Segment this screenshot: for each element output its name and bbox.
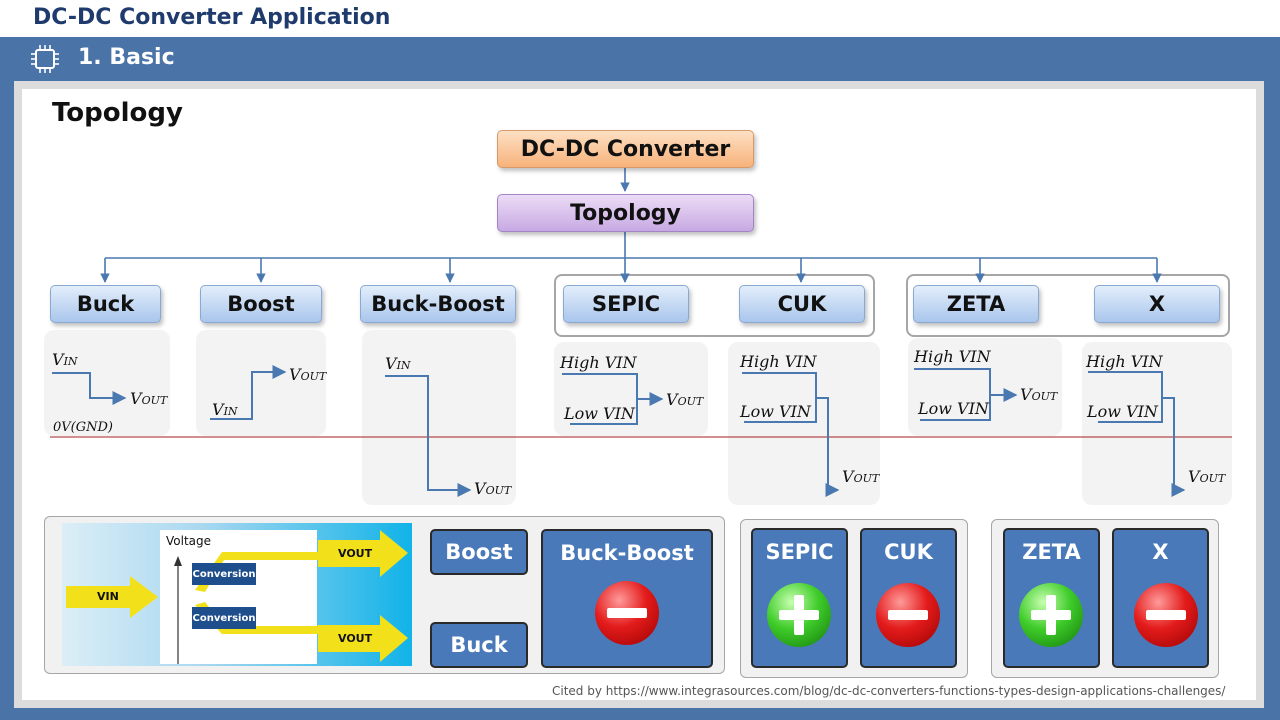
minus-icon: [595, 581, 659, 645]
plus-icon: [1019, 583, 1083, 647]
minus-icon: [876, 583, 940, 647]
conversion-upper-box: Conversion: [192, 563, 256, 585]
plus-icon: [767, 583, 831, 647]
minus-icon: [1134, 583, 1198, 647]
conversion-lower-box: Conversion: [192, 607, 256, 629]
citation-text: Cited by https://www.integrasources.com/…: [552, 684, 1226, 698]
buck-card: Buck: [430, 622, 528, 668]
boost-card: Boost: [430, 529, 528, 575]
vout-upper-flow-label: VOUT: [338, 547, 373, 560]
vout-lower-flow-label: VOUT: [338, 632, 373, 645]
voltage-axis-label: Voltage: [166, 534, 212, 548]
vin-flow-label: VIN: [97, 590, 119, 603]
